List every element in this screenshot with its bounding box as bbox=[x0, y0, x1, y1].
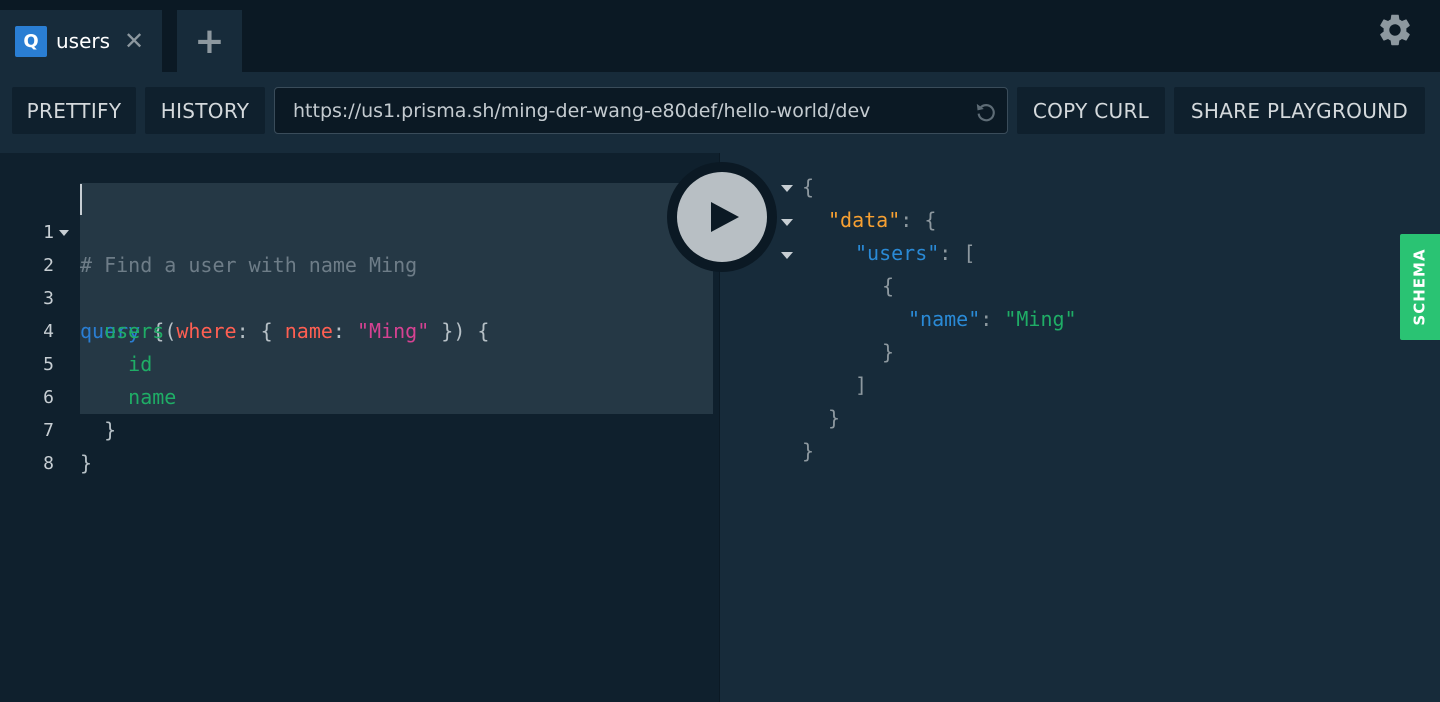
json-punctuation: : { bbox=[900, 208, 937, 232]
code-line: 3 users(where: { name: "Ming" }) { bbox=[0, 249, 719, 343]
code-line: 8 bbox=[0, 414, 719, 474]
code-line: 6 } bbox=[0, 348, 719, 442]
endpoint-url-input[interactable]: https://us1.prisma.sh/ming-der-wang-e80d… bbox=[274, 87, 1008, 134]
result-pane: { "data": { "users": [ { "name": "Ming" … bbox=[720, 153, 1440, 702]
json-line: { bbox=[802, 175, 815, 199]
play-icon bbox=[711, 202, 739, 232]
query-badge-icon: Q bbox=[15, 25, 47, 57]
json-key-data: "data" bbox=[828, 208, 901, 232]
code-line: 7 } bbox=[0, 381, 719, 475]
execute-button-face[interactable] bbox=[677, 172, 767, 262]
plus-icon: + bbox=[194, 20, 225, 62]
json-line: } bbox=[882, 340, 895, 364]
json-line: ] bbox=[855, 373, 868, 397]
history-button[interactable]: HISTORY bbox=[145, 87, 265, 134]
schema-tab[interactable]: SCHEMA bbox=[1400, 234, 1440, 340]
code-line: 5 name bbox=[0, 315, 719, 409]
json-key-users: "users" bbox=[855, 241, 940, 265]
punctuation-token: } bbox=[80, 451, 93, 475]
share-playground-button[interactable]: SHARE PLAYGROUND bbox=[1174, 87, 1425, 134]
fold-arrow-icon[interactable] bbox=[781, 219, 793, 226]
schema-tab-label: SCHEMA bbox=[1411, 248, 1429, 326]
endpoint-url-text: https://us1.prisma.sh/ming-der-wang-e80d… bbox=[293, 99, 871, 122]
reload-icon[interactable] bbox=[973, 99, 999, 125]
fold-arrow-icon[interactable] bbox=[781, 185, 793, 192]
toolbar: PRETTIFY HISTORY https://us1.prisma.sh/m… bbox=[0, 72, 1440, 153]
code-line: 2 query { bbox=[0, 216, 719, 343]
text-cursor bbox=[80, 184, 82, 215]
json-line: "users": [ bbox=[855, 237, 975, 270]
prettify-button[interactable]: PRETTIFY bbox=[12, 87, 136, 134]
json-string-value: "Ming" bbox=[1004, 307, 1077, 331]
json-line: } bbox=[828, 406, 841, 430]
execute-query-button[interactable] bbox=[667, 162, 777, 272]
line-number: 8 bbox=[43, 453, 54, 474]
code-line: 4 id bbox=[0, 282, 719, 376]
json-punctuation: : [ bbox=[939, 241, 976, 265]
close-icon[interactable]: ✕ bbox=[124, 29, 144, 53]
json-line: { bbox=[882, 274, 895, 298]
tab-users[interactable]: Q users ✕ bbox=[0, 10, 162, 72]
json-line: "name": "Ming" bbox=[908, 303, 1077, 336]
code-line: 1 # Find a user with name Ming bbox=[0, 183, 719, 277]
copy-curl-button[interactable]: COPY CURL bbox=[1017, 87, 1165, 134]
json-key-name: "name" bbox=[908, 307, 981, 331]
json-punctuation: : bbox=[980, 307, 1005, 331]
json-line: } bbox=[802, 439, 815, 463]
new-tab-button[interactable]: + bbox=[177, 10, 242, 72]
json-line: "data": { bbox=[828, 204, 936, 237]
tab-bar: Q users ✕ + bbox=[0, 0, 1440, 72]
settings-button[interactable] bbox=[1376, 11, 1414, 49]
fold-arrow-icon[interactable] bbox=[59, 230, 69, 236]
tab-title: users bbox=[56, 29, 111, 53]
fold-arrow-icon[interactable] bbox=[781, 252, 793, 259]
gear-icon bbox=[1380, 14, 1410, 46]
query-editor[interactable]: 1 # Find a user with name Ming 2 query {… bbox=[0, 153, 719, 702]
